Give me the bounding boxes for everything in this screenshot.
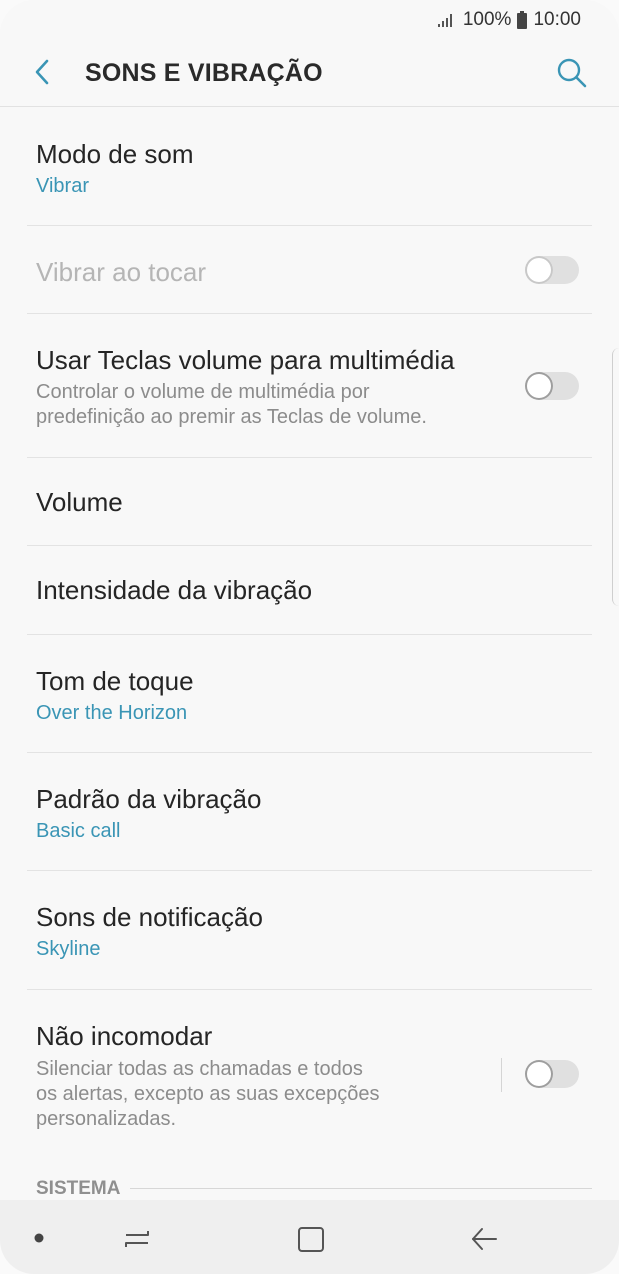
home-icon[interactable] bbox=[294, 1222, 328, 1256]
setting-title: Usar Teclas volume para multimédia bbox=[36, 345, 455, 375]
scrollbar[interactable] bbox=[612, 348, 619, 606]
setting-title: Tom de toque bbox=[36, 666, 194, 696]
back-nav-icon[interactable] bbox=[467, 1222, 501, 1256]
setting-description: Silenciar todas as chamadas e todos bbox=[36, 1058, 363, 1080]
clock: 10:00 bbox=[533, 9, 581, 30]
setting-vibration-intensity[interactable]: Intensidade da vibração bbox=[27, 546, 592, 635]
battery-percent: 100% bbox=[462, 9, 512, 30]
divider bbox=[501, 1058, 502, 1092]
setting-do-not-disturb[interactable]: Não incomodar Silenciar todas as chamada… bbox=[27, 990, 592, 1160]
setting-description: Controlar o volume de multimédia por bbox=[36, 381, 370, 403]
chevron-left-icon[interactable] bbox=[28, 57, 58, 87]
setting-value: Skyline bbox=[36, 938, 101, 960]
app-bar: SONS E VIBRAÇÃO bbox=[0, 40, 619, 107]
setting-ringtone[interactable]: Tom de toque Over the Horizon bbox=[27, 635, 592, 753]
navigation-bar bbox=[0, 1200, 619, 1274]
setting-value: Basic call bbox=[36, 820, 121, 842]
setting-vibrate-on-touch: Vibrar ao tocar bbox=[27, 226, 592, 314]
status-bar: 100% 10:00 bbox=[0, 0, 619, 40]
recent-apps-icon[interactable] bbox=[120, 1222, 154, 1256]
setting-title: Não incomodar bbox=[36, 1021, 213, 1051]
setting-value: Over the Horizon bbox=[36, 702, 188, 724]
setting-description: personalizadas. bbox=[36, 1108, 177, 1130]
setting-title: Intensidade da vibração bbox=[36, 575, 313, 605]
settings-list: Modo de som Vibrar Vibrar ao tocar Usar … bbox=[0, 107, 619, 1160]
battery-icon bbox=[517, 11, 528, 29]
vibrate-on-touch-toggle bbox=[525, 256, 579, 284]
setting-notification-sounds[interactable]: Sons de notificação Skyline bbox=[27, 871, 592, 990]
setting-value: Vibrar bbox=[36, 175, 89, 197]
setting-vibration-pattern[interactable]: Padrão da vibração Basic call bbox=[27, 753, 592, 871]
do-not-disturb-toggle[interactable] bbox=[525, 1060, 579, 1088]
setting-title: Padrão da vibração bbox=[36, 784, 262, 814]
setting-title: Sons de notificação bbox=[36, 902, 263, 932]
page-title: SONS E VIBRAÇÃO bbox=[85, 59, 323, 87]
setting-title: Volume bbox=[36, 487, 123, 517]
section-header-system: SISTEMA bbox=[36, 1178, 592, 1200]
phone-screen: 100% 10:00 SONS E VIBRAÇÃO Modo de som V… bbox=[0, 0, 619, 1274]
volume-keys-media-toggle[interactable] bbox=[525, 372, 579, 400]
dot-indicator-icon bbox=[34, 1233, 44, 1243]
setting-title: Modo de som bbox=[36, 139, 194, 169]
setting-volume-keys-media[interactable]: Usar Teclas volume para multimédia Contr… bbox=[27, 314, 592, 458]
setting-volume[interactable]: Volume bbox=[27, 458, 592, 546]
setting-title: Vibrar ao tocar bbox=[36, 257, 207, 287]
search-icon[interactable] bbox=[555, 56, 589, 90]
setting-sound-mode[interactable]: Modo de som Vibrar bbox=[27, 107, 592, 226]
signal-icon bbox=[437, 14, 452, 27]
setting-description: predefinição ao premir as Teclas de volu… bbox=[36, 406, 427, 428]
section-label: SISTEMA bbox=[36, 1178, 131, 1199]
setting-description: os alertas, excepto as suas excepções bbox=[36, 1083, 380, 1105]
